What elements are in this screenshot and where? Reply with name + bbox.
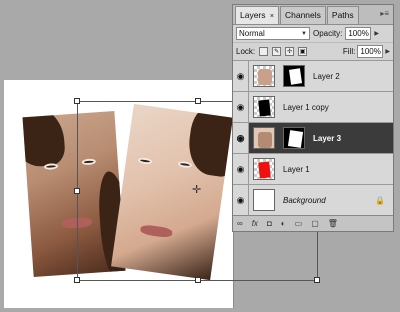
fill-slider-icon[interactable]: ▶ xyxy=(385,48,390,55)
lock-label: Lock: xyxy=(236,47,256,56)
hair-shape xyxy=(22,110,66,168)
face-photo-left[interactable] xyxy=(22,110,126,278)
transform-handle[interactable] xyxy=(314,277,320,283)
panel-footer: ∞ fx ◘ ◐ ▭ ▢ 🗑 xyxy=(233,215,393,231)
face-photo-right[interactable] xyxy=(111,103,233,281)
right-eye xyxy=(177,160,193,169)
layer-mask-thumbnail[interactable] xyxy=(283,65,305,87)
layer-thumbnail xyxy=(253,65,275,87)
chevron-down-icon: ▼ xyxy=(301,30,307,37)
left-eye xyxy=(43,163,59,171)
layer-thumbnail xyxy=(253,96,275,118)
eye-icon[interactable]: ◉ xyxy=(233,185,249,215)
panel-menu-icon[interactable]: ▸≡ xyxy=(380,9,389,18)
layer-name[interactable]: Layer 3 xyxy=(313,134,341,143)
layer-row[interactable]: ◉ Layer 1 copy xyxy=(233,92,393,123)
right-eye xyxy=(81,158,96,166)
layer-name[interactable]: Layer 1 copy xyxy=(283,103,329,112)
fx-icon[interactable]: fx xyxy=(252,219,258,228)
tab-label: Paths xyxy=(331,10,354,20)
layer-name[interactable]: Layer 1 xyxy=(283,165,310,174)
lock-image-icon[interactable]: ✎ xyxy=(272,47,282,56)
lock-icon: 🔒 xyxy=(375,195,385,205)
opacity-slider-icon[interactable]: ▶ xyxy=(374,30,379,37)
blend-row: Normal ▼ Opacity: 100% ▶ xyxy=(233,25,393,43)
layer-row[interactable]: ◉ Background 🔒 xyxy=(233,185,393,216)
left-eye xyxy=(137,157,153,165)
transform-center-icon[interactable]: ✛ xyxy=(192,185,201,196)
panel-tabs: Layers × Channels Paths xyxy=(233,5,393,25)
tab-layers[interactable]: Layers × xyxy=(235,6,279,24)
layer-list: ◉ Layer 2 ◉ Layer 1 copy ◉ Layer 3 ◉ Lay… xyxy=(233,61,393,216)
blend-mode-value: Normal xyxy=(239,29,265,38)
group-icon[interactable]: ▭ xyxy=(295,219,303,228)
opacity-input[interactable]: 100% xyxy=(345,27,372,40)
lock-row: Lock: ✎ ✢ ▣ Fill: 100% ▶ xyxy=(233,43,393,61)
layers-panel: Layers × Channels Paths ▸≡ Normal ▼ Opac… xyxy=(232,4,394,232)
adjustment-icon[interactable]: ◐ xyxy=(281,219,286,228)
layer-row[interactable]: ◉ Layer 3 xyxy=(233,123,393,154)
layer-thumbnail xyxy=(253,127,275,149)
lips xyxy=(61,216,93,229)
blend-mode-select[interactable]: Normal ▼ xyxy=(236,27,310,40)
opacity-value: 100% xyxy=(348,29,369,38)
layer-thumbnail xyxy=(253,189,275,211)
eye-icon[interactable]: ◉ xyxy=(233,92,249,122)
lock-transparent-icon[interactable] xyxy=(259,47,269,56)
layer-name[interactable]: Background xyxy=(283,196,326,205)
close-icon[interactable]: × xyxy=(270,13,274,20)
lock-position-icon[interactable]: ✢ xyxy=(285,47,295,56)
layer-row[interactable]: ◉ Layer 2 xyxy=(233,61,393,92)
hair-shape xyxy=(184,103,233,179)
layer-mask-thumbnail[interactable] xyxy=(283,127,305,149)
lips xyxy=(139,224,173,239)
layer-thumbnail xyxy=(253,158,275,180)
tab-label: Channels xyxy=(284,10,321,20)
fill-group: Fill: 100% ▶ xyxy=(343,45,390,58)
fill-input[interactable]: 100% xyxy=(357,45,384,58)
opacity-label: Opacity: xyxy=(313,29,343,38)
tab-channels[interactable]: Channels xyxy=(279,6,326,24)
lock-all-icon[interactable]: ▣ xyxy=(298,47,308,56)
tab-paths[interactable]: Paths xyxy=(326,6,359,24)
fill-value: 100% xyxy=(360,47,381,56)
fill-label: Fill: xyxy=(342,47,356,56)
tab-label: Layers xyxy=(240,10,266,20)
eye-icon[interactable]: ◉ xyxy=(233,61,249,91)
layer-row[interactable]: ◉ Layer 1 xyxy=(233,154,393,185)
trash-icon[interactable]: 🗑 xyxy=(328,219,338,228)
mask-icon[interactable]: ◘ xyxy=(267,219,272,228)
link-icon[interactable]: ∞ xyxy=(237,219,243,228)
eye-icon[interactable]: ◉ xyxy=(233,154,249,184)
eye-icon[interactable]: ◉ xyxy=(233,123,249,153)
new-layer-icon[interactable]: ▢ xyxy=(311,219,319,228)
layer-name[interactable]: Layer 2 xyxy=(313,72,340,81)
